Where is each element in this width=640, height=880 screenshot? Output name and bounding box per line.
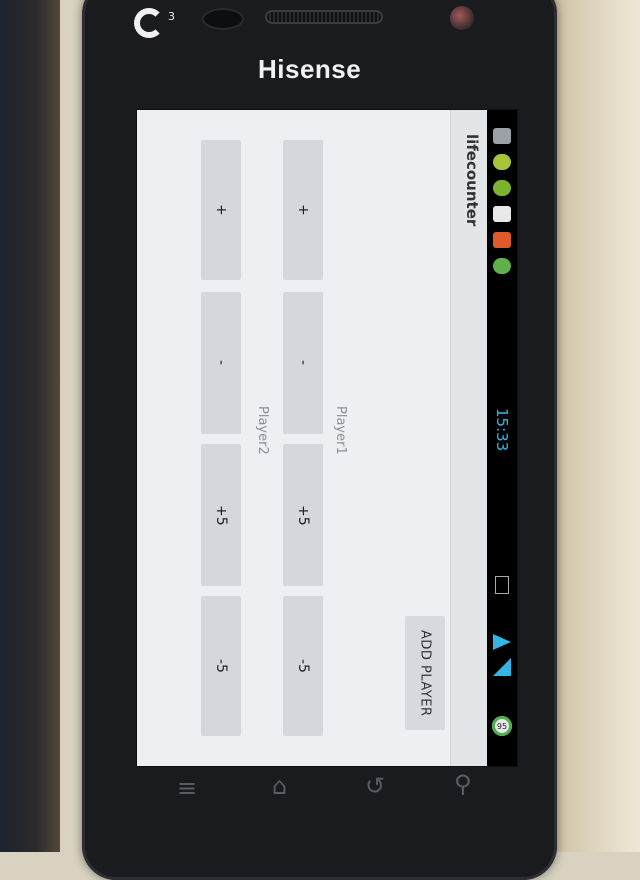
mail-icon xyxy=(493,206,511,222)
earpiece-speaker xyxy=(265,10,383,24)
player1-label: Player1 xyxy=(333,406,348,455)
android-icon xyxy=(493,154,511,170)
background-right xyxy=(545,0,640,852)
carrier-logo xyxy=(134,8,164,38)
brand-logo: Hisense xyxy=(258,54,362,84)
screen: 15:33 95 lifecounter ADD PLAYER Player1 … xyxy=(137,110,517,766)
back-icon[interactable]: ↺ xyxy=(365,774,385,798)
rotate-icon xyxy=(495,576,509,594)
green-app-icon xyxy=(493,258,511,274)
search-icon[interactable]: ⚲ xyxy=(454,772,472,796)
status-time: 15:33 xyxy=(493,408,511,452)
signal-icon xyxy=(493,658,511,676)
player1-minus-button[interactable]: - xyxy=(283,292,323,434)
front-camera xyxy=(202,8,244,30)
player1-minus5-button[interactable]: -5 xyxy=(283,596,323,736)
usb-icon xyxy=(493,128,511,144)
action-bar: lifecounter xyxy=(450,110,487,766)
background-left xyxy=(0,0,60,852)
player1-plus5-button[interactable]: +5 xyxy=(283,444,323,586)
carrier-superscript: 3 xyxy=(168,10,175,23)
wifi-icon xyxy=(493,634,511,650)
menu-icon[interactable]: ≡ xyxy=(177,776,197,800)
player2-label: Player2 xyxy=(255,406,270,455)
light-sensor xyxy=(450,6,474,30)
home-icon[interactable]: ⌂ xyxy=(272,774,287,798)
player2-plus-button[interactable]: + xyxy=(201,140,241,280)
wechat-icon xyxy=(493,180,511,196)
app-icon xyxy=(493,232,511,248)
add-player-button[interactable]: ADD PLAYER xyxy=(405,616,445,730)
battery-icon: 95 xyxy=(492,716,512,736)
status-bar: 15:33 95 xyxy=(487,110,517,766)
player2-minus-button[interactable]: - xyxy=(201,292,241,434)
player2-plus5-button[interactable]: +5 xyxy=(201,444,241,586)
player1-plus-button[interactable]: + xyxy=(283,140,323,280)
hardware-nav-keys: ≡ ⌂ ↺ ⚲ xyxy=(82,764,557,824)
player2-minus5-button[interactable]: -5 xyxy=(201,596,241,736)
app-title: lifecounter xyxy=(463,134,481,227)
